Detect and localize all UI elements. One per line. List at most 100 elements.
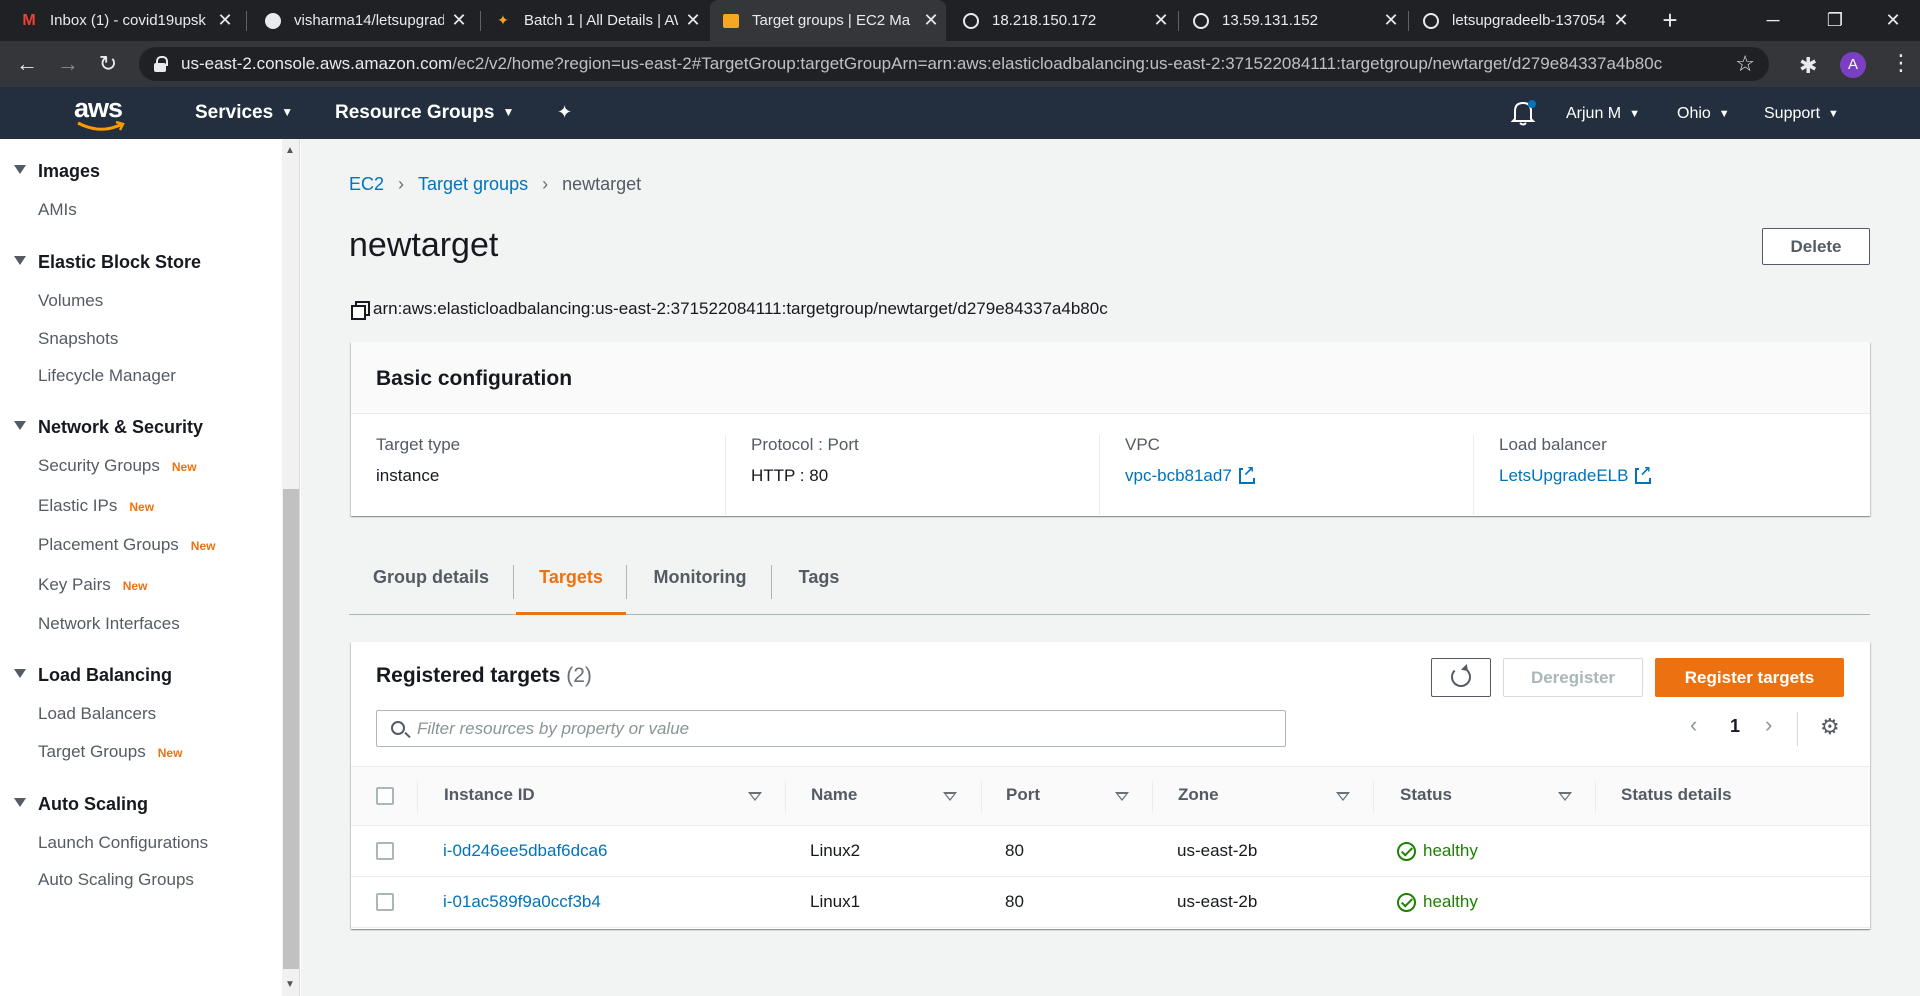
sidebar-item-target-groups[interactable]: Target Groups New: [38, 742, 182, 762]
table-row[interactable]: i-01ac589f9a0ccf3b4 Linux1 80 us-east-2b…: [351, 877, 1870, 928]
sidebar-item-elastic-ips[interactable]: Elastic IPs New: [38, 496, 154, 516]
copy-icon[interactable]: [351, 301, 370, 320]
back-button[interactable]: ←: [12, 49, 42, 79]
instance-id-link[interactable]: i-01ac589f9a0ccf3b4: [443, 892, 601, 912]
sidebar-item-key-pairs[interactable]: Key Pairs New: [38, 575, 147, 595]
close-tab-icon[interactable]: ✕: [1146, 10, 1176, 31]
sidebar-item-launch-configurations[interactable]: Launch Configurations: [38, 833, 208, 853]
instance-id-link[interactable]: i-0d246ee5dbaf6dca6: [443, 841, 607, 861]
tab-group-details[interactable]: Group details: [349, 553, 513, 615]
filter-input[interactable]: [417, 718, 1285, 739]
services-menu[interactable]: Services ▼: [195, 102, 293, 124]
restore-button[interactable]: ❐: [1804, 0, 1866, 41]
sidebar-section-images[interactable]: Images: [14, 161, 100, 182]
sort-caret-icon[interactable]: [1115, 792, 1129, 801]
row-checkbox[interactable]: [376, 893, 394, 911]
delete-button[interactable]: Delete: [1762, 228, 1870, 265]
cell-zone: us-east-2b: [1177, 892, 1258, 911]
pin-icon[interactable]: ✦: [557, 102, 572, 123]
column-status-details[interactable]: Status details: [1621, 785, 1732, 805]
ec2-sidebar: Images AMIs Elastic Block Store Volumes …: [0, 139, 282, 996]
breadcrumb-ec2[interactable]: EC2: [349, 174, 384, 194]
sidebar-section-auto-scaling[interactable]: Auto Scaling: [14, 794, 148, 815]
aws-logo[interactable]: aws: [74, 93, 130, 133]
gear-icon[interactable]: ⚙: [1820, 716, 1842, 738]
next-page-icon[interactable]: ›: [1765, 712, 1772, 738]
resource-groups-menu[interactable]: Resource Groups ▼: [335, 102, 514, 124]
close-tab-icon[interactable]: ✕: [678, 10, 708, 31]
vpc-link[interactable]: vpc-bcb81ad7: [1125, 464, 1459, 486]
select-all-checkbox[interactable]: [376, 787, 394, 805]
browser-tab[interactable]: visharma14/letsupgrad ✕: [252, 0, 474, 41]
sort-caret-icon[interactable]: [1336, 792, 1350, 801]
column-status[interactable]: Status: [1400, 785, 1452, 805]
notifications-bell-icon[interactable]: [1510, 99, 1536, 127]
scroll-up-icon[interactable]: ▲: [285, 145, 295, 156]
previous-page-icon[interactable]: ‹: [1690, 712, 1697, 738]
support-menu[interactable]: Support ▼: [1764, 105, 1839, 123]
column-name[interactable]: Name: [811, 785, 857, 805]
sidebar-item-load-balancers[interactable]: Load Balancers: [38, 704, 156, 724]
load-balancer-link[interactable]: LetsUpgradeELB: [1499, 464, 1833, 486]
breadcrumb-target-groups[interactable]: Target groups: [418, 174, 528, 194]
refresh-button[interactable]: [1431, 658, 1491, 697]
cell-name: Linux1: [810, 892, 861, 911]
minimize-button[interactable]: ─: [1742, 0, 1804, 41]
targets-table-header: Instance ID Name Port Zone Status Status…: [351, 766, 1870, 826]
close-tab-icon[interactable]: ✕: [444, 10, 474, 31]
sidebar-section-ebs[interactable]: Elastic Block Store: [14, 252, 201, 273]
letsupgrade-icon: ✦: [497, 12, 509, 28]
page-title: newtarget: [349, 226, 499, 264]
sidebar-item-security-groups[interactable]: Security Groups New: [38, 456, 197, 476]
browser-tab[interactable]: 13.59.131.152 ✕: [1180, 0, 1406, 41]
sidebar-item-placement-groups[interactable]: Placement Groups New: [38, 535, 215, 555]
sidebar-section-load-balancing[interactable]: Load Balancing: [14, 665, 172, 686]
sidebar-item-lifecycle-manager[interactable]: Lifecycle Manager: [38, 366, 176, 386]
sort-caret-icon[interactable]: [748, 792, 762, 801]
close-tab-icon[interactable]: ✕: [916, 10, 946, 31]
scroll-down-icon[interactable]: ▼: [285, 979, 295, 990]
sidebar-scrollbar[interactable]: ▲ ▼: [282, 139, 300, 996]
extensions-icon[interactable]: ✱: [1799, 53, 1817, 79]
arn-text: arn:aws:elasticloadbalancing:us-east-2:3…: [373, 299, 1108, 318]
new-tab-button[interactable]: +: [1655, 5, 1685, 35]
deregister-button[interactable]: Deregister: [1503, 658, 1643, 697]
sidebar-section-network-security[interactable]: Network & Security: [14, 417, 203, 438]
page-number[interactable]: 1: [1730, 716, 1740, 737]
sidebar-item-auto-scaling-groups[interactable]: Auto Scaling Groups: [38, 870, 194, 890]
row-checkbox[interactable]: [376, 842, 394, 860]
sidebar-item-amis[interactable]: AMIs: [38, 200, 77, 220]
register-targets-button[interactable]: Register targets: [1655, 658, 1844, 697]
address-bar[interactable]: us-east-2.console.aws.amazon.com/ec2/v2/…: [139, 47, 1769, 81]
browser-menu-icon[interactable]: ⋮: [1890, 50, 1912, 76]
tab-targets[interactable]: Targets: [516, 553, 626, 615]
profile-avatar[interactable]: A: [1840, 52, 1866, 78]
column-zone[interactable]: Zone: [1178, 785, 1219, 805]
close-tab-icon[interactable]: ✕: [1376, 10, 1406, 31]
close-window-button[interactable]: ✕: [1862, 0, 1920, 41]
browser-tab[interactable]: M Inbox (1) - covid19upsk ✕: [8, 0, 240, 41]
account-menu[interactable]: Arjun M ▼: [1566, 105, 1640, 123]
column-instance-id[interactable]: Instance ID: [444, 785, 535, 805]
close-tab-icon[interactable]: ✕: [210, 10, 240, 31]
sidebar-item-network-interfaces[interactable]: Network Interfaces: [38, 614, 180, 634]
new-badge: New: [190, 539, 216, 553]
reload-button[interactable]: ↻: [93, 49, 123, 79]
sort-caret-icon[interactable]: [943, 792, 957, 801]
bookmark-star-icon[interactable]: ☆: [1735, 51, 1755, 77]
sidebar-item-volumes[interactable]: Volumes: [38, 291, 103, 311]
browser-tab[interactable]: 18.218.150.172 ✕: [950, 0, 1176, 41]
close-tab-icon[interactable]: ✕: [1606, 10, 1636, 31]
forward-button[interactable]: →: [53, 49, 83, 79]
browser-tab[interactable]: letsupgradeelb-137054 ✕: [1410, 0, 1636, 41]
tab-tags[interactable]: Tags: [774, 553, 864, 615]
region-menu[interactable]: Ohio ▼: [1677, 105, 1730, 123]
sidebar-item-snapshots[interactable]: Snapshots: [38, 329, 118, 349]
table-row[interactable]: i-0d246ee5dbaf6dca6 Linux2 80 us-east-2b…: [351, 826, 1870, 877]
scrollbar-thumb[interactable]: [283, 489, 299, 969]
sort-caret-icon[interactable]: [1558, 792, 1572, 801]
browser-tab[interactable]: ✦ Batch 1 | All Details | AW ✕: [482, 0, 708, 41]
tab-monitoring[interactable]: Monitoring: [629, 553, 771, 615]
browser-tab-active[interactable]: Target groups | EC2 Ma ✕: [710, 0, 946, 41]
column-port[interactable]: Port: [1006, 785, 1040, 805]
